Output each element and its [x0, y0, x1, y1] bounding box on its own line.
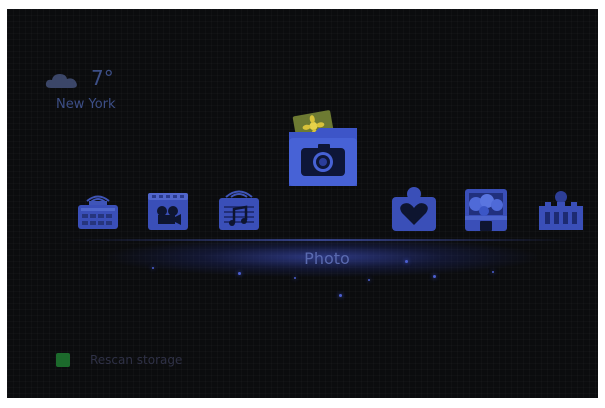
sparkle	[339, 294, 342, 297]
menu-shelf	[67, 239, 577, 241]
sparkle	[433, 275, 436, 278]
movie-icon[interactable]	[145, 189, 191, 232]
sparkle	[294, 277, 296, 279]
settings-icon[interactable]	[537, 188, 585, 232]
weather-widget: 7° New York	[43, 66, 133, 117]
green-key-icon	[56, 353, 70, 367]
sparkle	[405, 260, 408, 263]
photo-icon[interactable]	[285, 110, 361, 188]
favorites-icon[interactable]	[390, 185, 438, 233]
city-name: New York	[56, 97, 116, 112]
sparkle	[238, 272, 241, 275]
music-icon[interactable]	[216, 187, 262, 232]
temperature: 7°	[91, 66, 114, 90]
radio-icon[interactable]	[75, 192, 121, 232]
games-icon[interactable]	[462, 188, 510, 233]
sparkle	[492, 271, 494, 273]
rescan-label: Rescan storage	[90, 353, 183, 367]
sparkle	[152, 267, 154, 269]
selected-item-label: Photo	[304, 249, 350, 268]
tv-screen: 7° New York Photo Rescan storage	[7, 9, 598, 398]
cloud-icon	[45, 74, 77, 88]
sparkle	[368, 279, 370, 281]
